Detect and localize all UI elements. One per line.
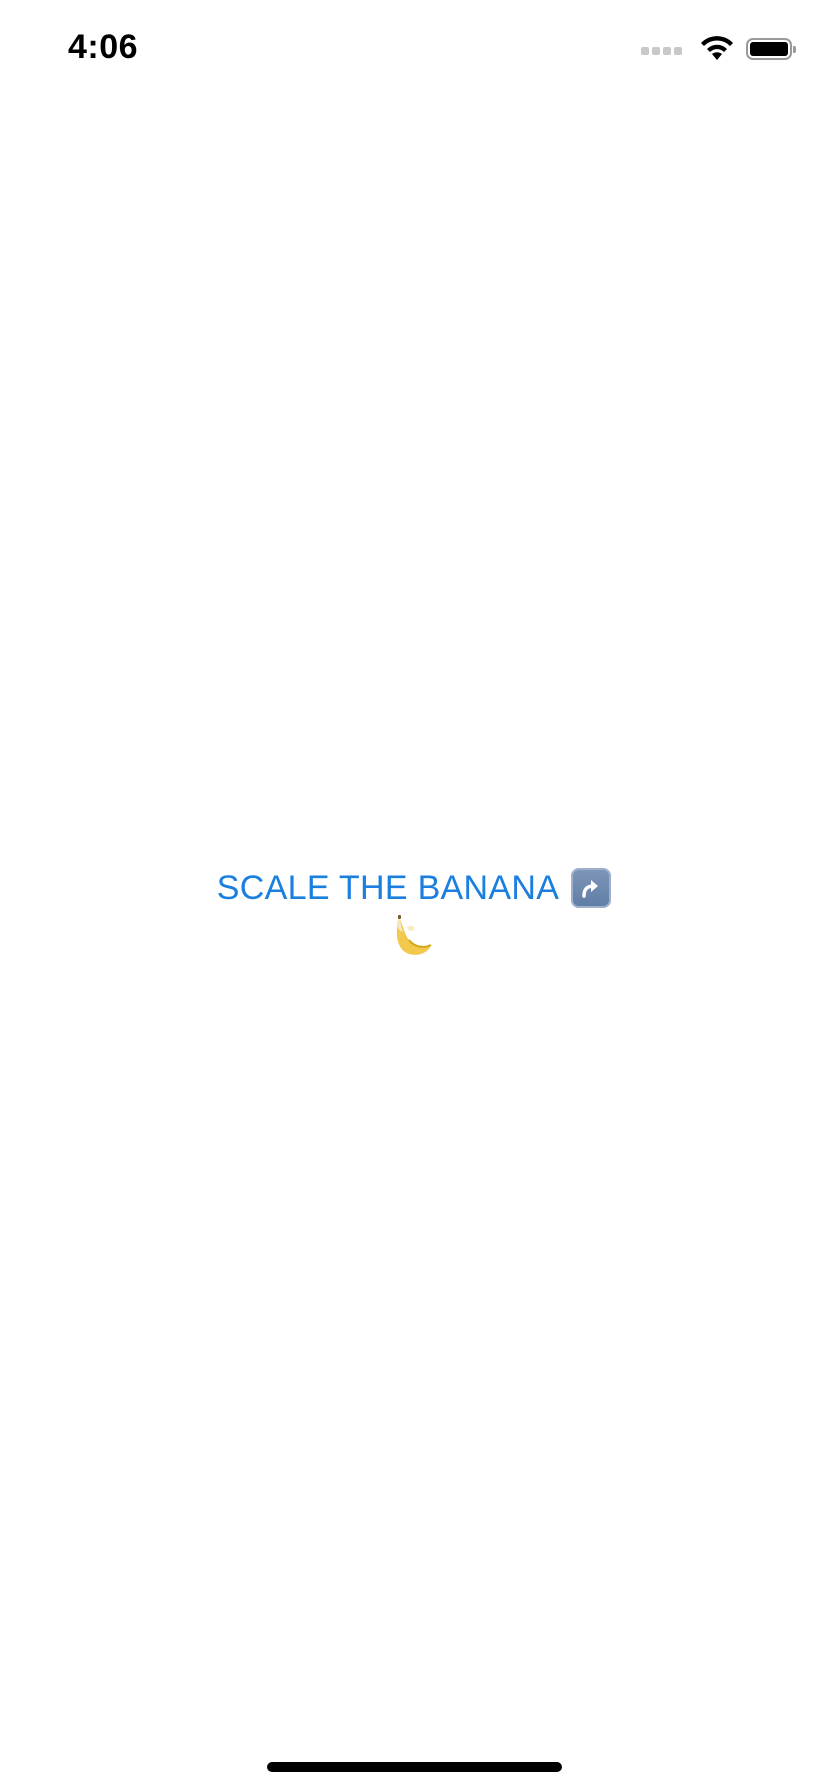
home-indicator[interactable]	[267, 1762, 562, 1772]
status-bar: 4:06	[0, 0, 828, 100]
wifi-icon	[701, 36, 733, 60]
battery-icon	[746, 38, 796, 60]
headline-row[interactable]: SCALE THE BANANA	[216, 868, 612, 908]
status-icons	[641, 34, 796, 64]
banana-emoji-icon	[396, 915, 432, 955]
arrow-up-right-curved-icon	[571, 868, 612, 908]
cellular-signal-icon	[641, 43, 682, 55]
scale-banana-content[interactable]: SCALE THE BANANA	[0, 868, 828, 960]
headline-text: SCALE THE BANANA	[216, 868, 560, 907]
status-time: 4:06	[68, 28, 139, 66]
